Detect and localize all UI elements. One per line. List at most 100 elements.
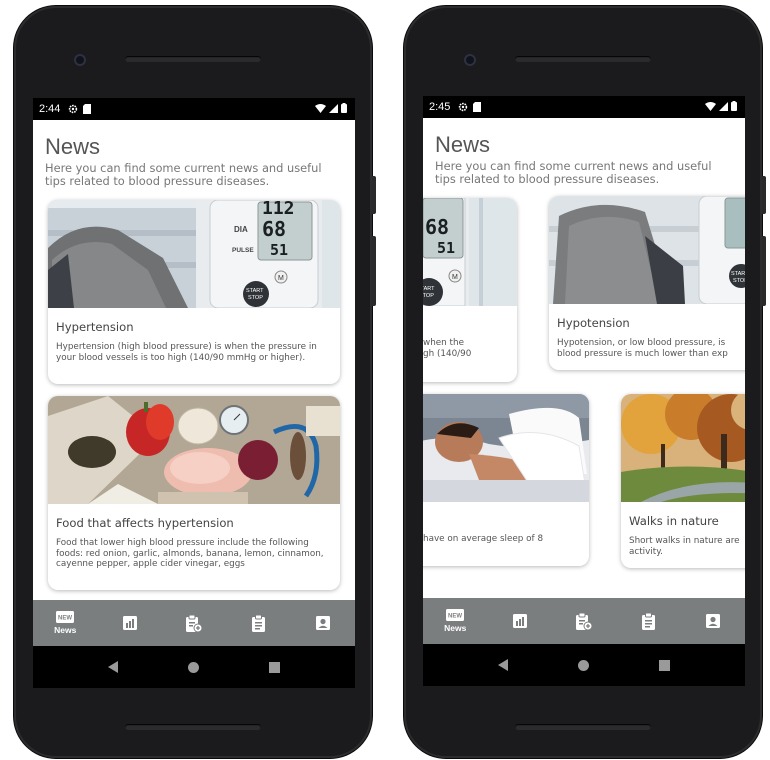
earpiece-speaker xyxy=(515,56,651,62)
battery-icon xyxy=(731,100,737,114)
clipboard-list-icon xyxy=(641,612,655,630)
nav-item-add-measurement[interactable] xyxy=(552,598,616,644)
clipboard-list-icon xyxy=(251,614,265,632)
front-camera xyxy=(74,54,86,66)
nav-label-news: News xyxy=(54,625,77,635)
pulse-reading: 51 xyxy=(437,239,455,257)
card-title: Food that affects hypertension xyxy=(56,516,234,530)
nav-item-history[interactable] xyxy=(616,598,680,644)
back-icon[interactable] xyxy=(498,659,508,671)
card-title: Hypertension xyxy=(56,320,134,334)
card-title: Walks in nature xyxy=(629,514,719,528)
bar-chart-icon xyxy=(122,616,137,630)
autumn-park-image xyxy=(621,394,745,502)
clipboard-plus-icon xyxy=(186,614,203,632)
status-time: 2:45 xyxy=(429,101,451,113)
wifi-icon xyxy=(705,101,716,114)
dia-label: DIA xyxy=(234,225,248,234)
memory-button-label: M xyxy=(278,275,284,282)
svg-text:START: START xyxy=(423,286,435,292)
recent-apps-icon[interactable] xyxy=(659,659,670,671)
card-title: Hypotension xyxy=(557,316,630,330)
svg-text:START: START xyxy=(246,288,264,294)
status-bar: 2:44 xyxy=(33,98,355,120)
home-icon[interactable] xyxy=(188,661,199,673)
svg-text:STOP: STOP xyxy=(423,293,434,299)
pulse-label: PULSE xyxy=(232,247,254,254)
svg-text:STOP: STOP xyxy=(733,278,745,284)
phone-frame-left: 2:44 News Here you can find some current… xyxy=(14,6,376,758)
power-button[interactable] xyxy=(762,176,766,214)
card-description: when the gh (140/90 xyxy=(423,338,472,359)
bottom-speaker xyxy=(125,724,261,730)
battery-icon xyxy=(341,102,347,116)
card-description: Hypotension, or low blood pressure, is b… xyxy=(557,338,728,359)
news-card-sleep-partial[interactable]: have on average sleep of 8 xyxy=(423,394,589,566)
status-time: 2:44 xyxy=(39,103,61,115)
nav-item-profile[interactable] xyxy=(291,600,355,646)
svg-text:NEW: NEW xyxy=(58,616,72,622)
svg-text:NEW: NEW xyxy=(448,614,462,620)
page-subtitle: Here you can find some current news and … xyxy=(45,161,322,188)
memory-button-label: M xyxy=(452,274,458,281)
account-box-icon xyxy=(315,616,330,630)
gear-icon xyxy=(458,102,468,112)
sd-card-icon xyxy=(473,102,482,112)
volume-button[interactable] xyxy=(762,236,766,306)
svg-text:STOP: STOP xyxy=(248,295,263,301)
front-camera xyxy=(464,54,476,66)
earpiece-speaker xyxy=(125,56,261,62)
phone-frame-right: 2:45 News Here you can find some current… xyxy=(404,6,766,758)
recent-apps-icon[interactable] xyxy=(269,661,280,673)
news-screen: News Here you can find some current news… xyxy=(33,120,355,600)
nav-label-news: News xyxy=(444,623,467,633)
nav-item-news[interactable]: NEW News xyxy=(423,598,487,644)
status-bar: 2:45 xyxy=(423,96,745,118)
power-button[interactable] xyxy=(372,176,376,214)
bottom-navigation: NEW News xyxy=(423,598,745,644)
signal-icon xyxy=(329,103,338,116)
news-screen: News Here you can find some current news… xyxy=(423,118,745,598)
system-navigation-bar xyxy=(423,644,745,686)
card-description: Short walks in nature are activity. xyxy=(629,536,740,557)
nav-item-history[interactable] xyxy=(226,600,290,646)
nav-item-statistics[interactable] xyxy=(487,598,551,644)
diastolic-reading: 68 xyxy=(262,217,286,241)
nav-item-add-measurement[interactable] xyxy=(162,600,226,646)
news-card-food[interactable]: Food that affects hypertension Food that… xyxy=(48,396,340,590)
phone-screen: 2:44 News Here you can find some current… xyxy=(33,98,355,688)
nav-item-profile[interactable] xyxy=(681,598,745,644)
diastolic-reading: 68 xyxy=(425,215,449,239)
news-card-hypotension[interactable]: START STOP Hypotension Hypotension, or l… xyxy=(549,196,745,370)
bar-chart-icon xyxy=(512,614,527,628)
svg-text:START: START xyxy=(731,271,745,277)
news-card-hypertension-partial[interactable]: 68 51 M START STOP when the gh (140/90 xyxy=(423,198,517,382)
bottom-speaker xyxy=(515,724,651,730)
home-icon[interactable] xyxy=(578,659,589,671)
nav-item-news[interactable]: NEW News xyxy=(33,600,97,646)
nav-item-statistics[interactable] xyxy=(97,600,161,646)
wifi-icon xyxy=(315,103,326,116)
page-title: News xyxy=(45,134,101,159)
food-ingredients-image xyxy=(48,396,340,504)
news-card-hypertension[interactable]: DIA PULSE 112 68 51 M START STOP Hyperte… xyxy=(48,200,340,384)
system-navigation-bar xyxy=(33,646,355,688)
card-description: have on average sleep of 8 xyxy=(423,534,544,544)
clipboard-plus-icon xyxy=(576,612,593,630)
back-icon[interactable] xyxy=(108,661,118,673)
card-description: Food that lower high blood pressure incl… xyxy=(56,538,324,570)
sleeping-man-image xyxy=(423,394,589,502)
blood-pressure-cuff-image: START STOP xyxy=(549,196,745,304)
pulse-reading: 51 xyxy=(270,241,288,259)
phone-screen: 2:45 News Here you can find some current… xyxy=(423,96,745,686)
page-title: News xyxy=(435,132,491,157)
gear-icon xyxy=(68,104,78,114)
news-card-walks-in-nature[interactable]: Walks in nature Short walks in nature ar… xyxy=(621,394,745,568)
blood-pressure-monitor-image: DIA PULSE 112 68 51 M START STOP xyxy=(48,200,340,308)
new-badge-icon: NEW xyxy=(56,611,75,623)
volume-button[interactable] xyxy=(372,236,376,306)
card-description: Hypertension (high blood pressure) is wh… xyxy=(56,342,317,363)
bottom-navigation: NEW News xyxy=(33,600,355,646)
page-subtitle: Here you can find some current news and … xyxy=(435,159,712,186)
sd-card-icon xyxy=(83,104,92,114)
